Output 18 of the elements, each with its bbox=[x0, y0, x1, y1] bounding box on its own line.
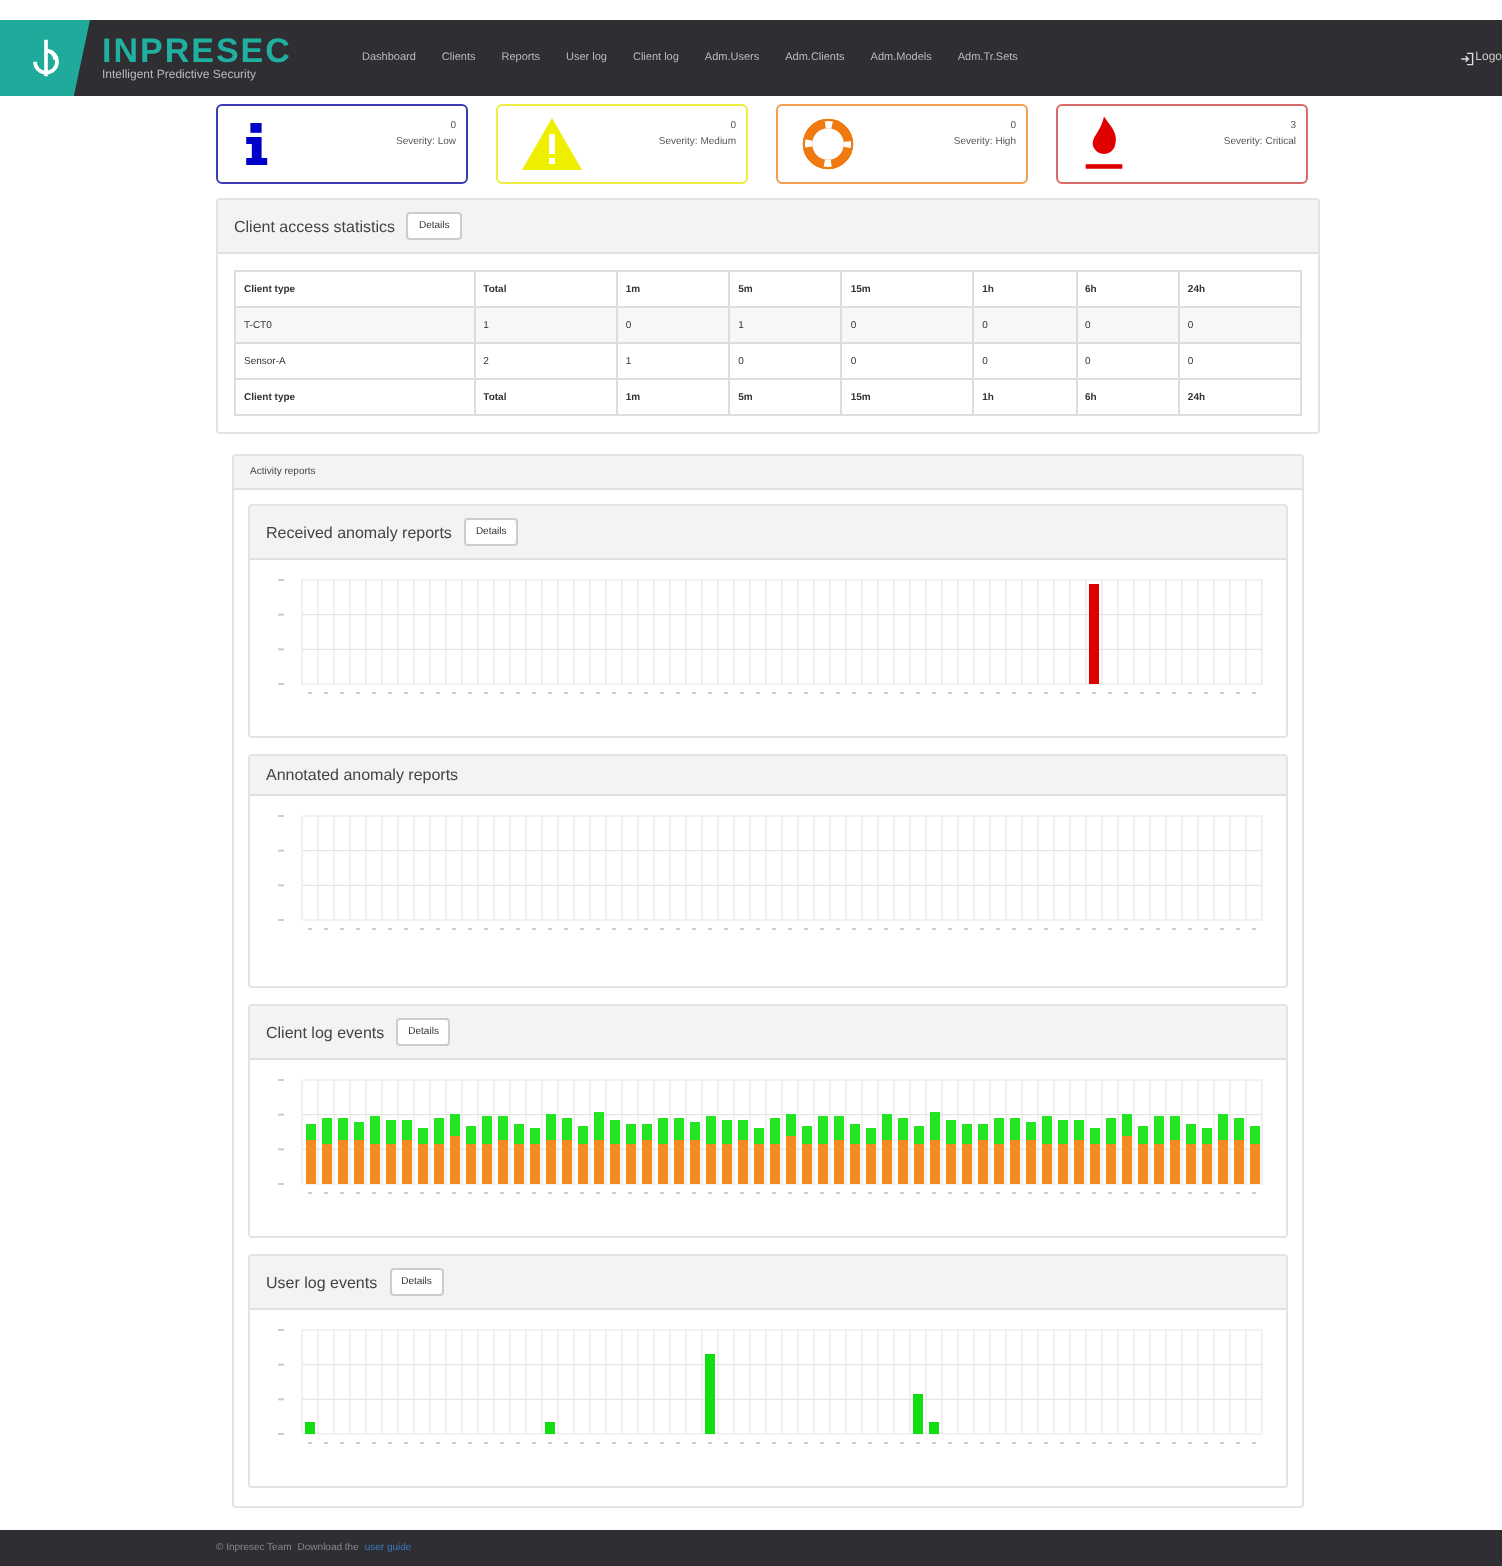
panel-title: Received anomaly reports bbox=[266, 523, 452, 541]
info-icon bbox=[242, 122, 270, 166]
chart-bar bbox=[705, 1354, 715, 1434]
chart-bar bbox=[913, 1394, 923, 1434]
lifebuoy-icon bbox=[802, 118, 854, 170]
logout-icon bbox=[1459, 51, 1474, 65]
chart-bar bbox=[1089, 584, 1099, 684]
brand-name[interactable]: INPRESEC bbox=[102, 34, 322, 70]
panel-title: Annotated anomaly reports bbox=[266, 766, 459, 784]
chart-bar bbox=[305, 1422, 315, 1434]
panel-title: Client log events bbox=[266, 1023, 385, 1041]
fire-icon bbox=[1082, 116, 1126, 172]
logo-block[interactable] bbox=[0, 20, 90, 96]
chart-bar bbox=[929, 1422, 939, 1434]
panel-title: Client access statistics bbox=[234, 217, 395, 235]
warning-icon bbox=[522, 118, 582, 170]
panel-title: User log events bbox=[266, 1273, 378, 1291]
chart-bar bbox=[545, 1422, 555, 1434]
